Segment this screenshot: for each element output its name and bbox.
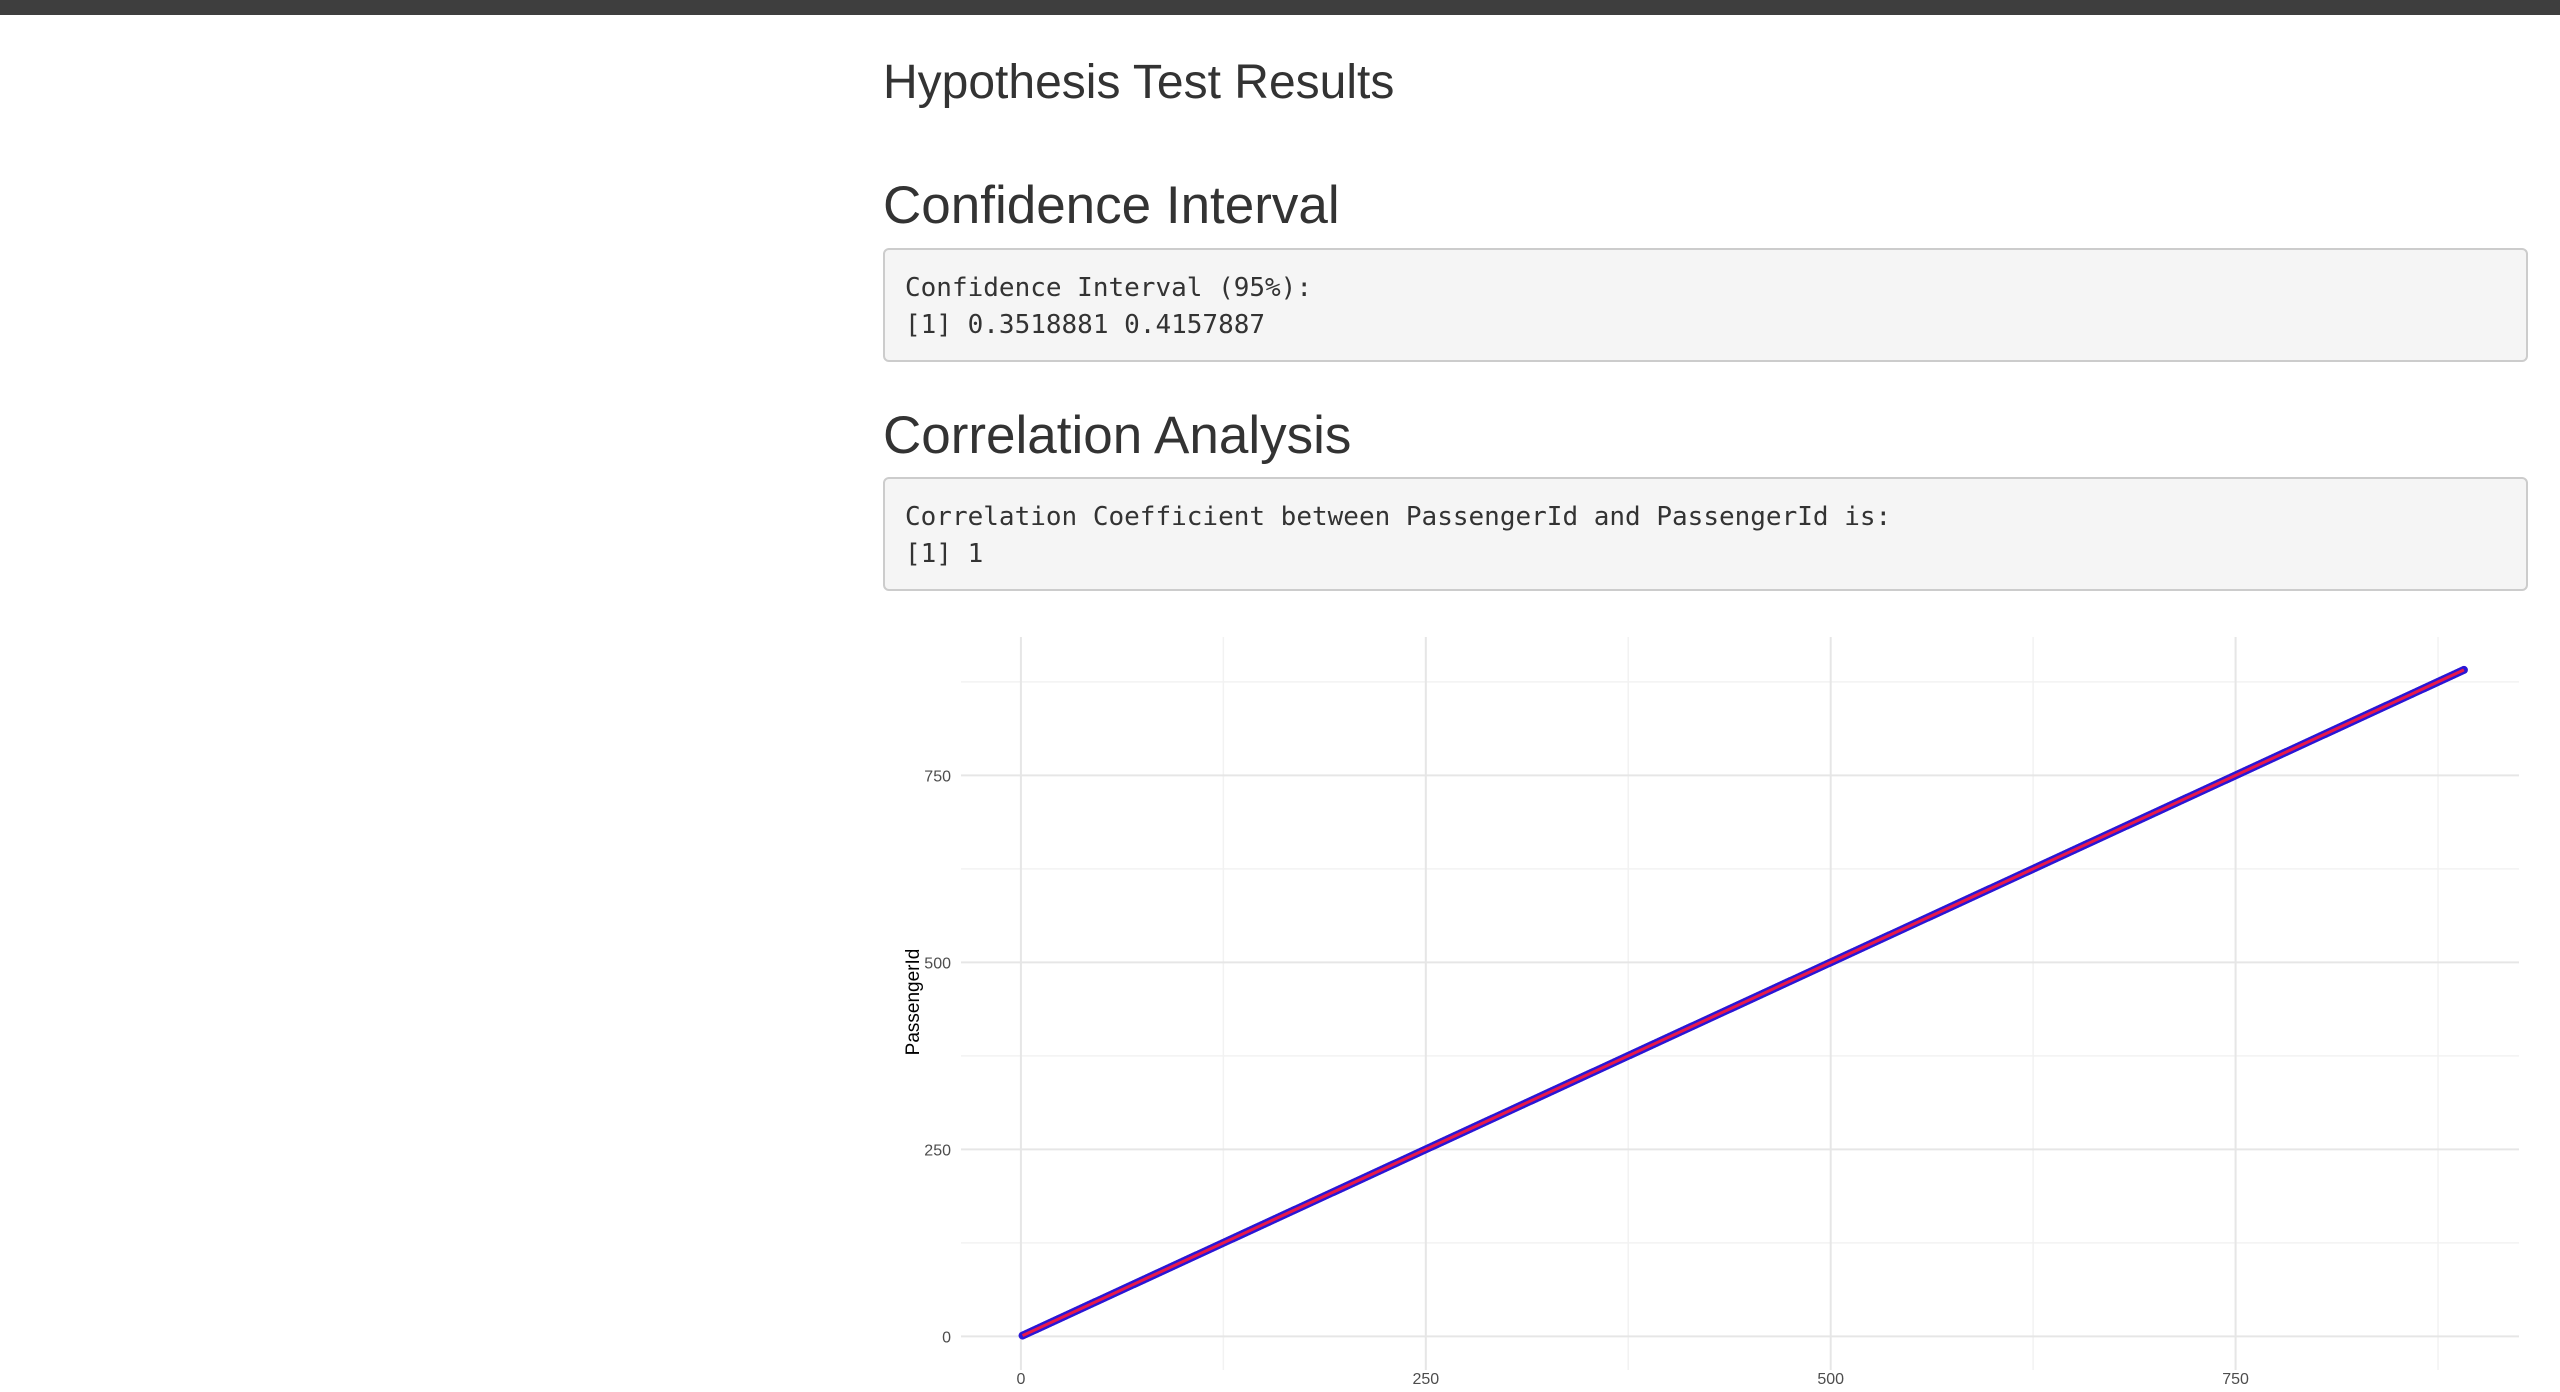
y-tick-label: 500 xyxy=(924,955,951,972)
page-title: Hypothesis Test Results xyxy=(883,56,1395,109)
regression-line xyxy=(1021,668,2465,1337)
top-bar xyxy=(0,0,2560,15)
correlation-output: Correlation Coefficient between Passenge… xyxy=(883,477,2528,591)
output-line: [1] 0.3518881 0.4157887 xyxy=(905,310,1266,340)
scatter-plot-svg: 0 250 500 750 0 250 500 750 PassengerId xyxy=(903,637,2519,1388)
output-line: Confidence Interval (95%): xyxy=(905,273,1312,303)
data-layer xyxy=(1018,665,2468,1340)
y-axis-label: PassengerId xyxy=(903,949,924,1056)
y-tick-label: 750 xyxy=(924,768,951,785)
correlation-analysis-heading: Correlation Analysis xyxy=(883,406,1352,465)
x-tick-label: 500 xyxy=(1817,1371,1844,1387)
confidence-interval-output: Confidence Interval (95%): [1] 0.3518881… xyxy=(883,248,2528,362)
scatter-plot: 0 250 500 750 0 250 500 750 PassengerId xyxy=(883,622,2530,1388)
y-tick-label: 0 xyxy=(942,1329,951,1346)
x-tick-label: 750 xyxy=(2222,1371,2249,1387)
output-line: Correlation Coefficient between Passenge… xyxy=(905,502,1892,532)
confidence-interval-heading: Confidence Interval xyxy=(883,176,1340,235)
x-tick-label: 250 xyxy=(1412,1371,1439,1387)
output-line: [1] 1 xyxy=(905,539,984,569)
y-tick-label: 250 xyxy=(924,1142,951,1159)
x-tick-label: 0 xyxy=(1016,1371,1025,1387)
